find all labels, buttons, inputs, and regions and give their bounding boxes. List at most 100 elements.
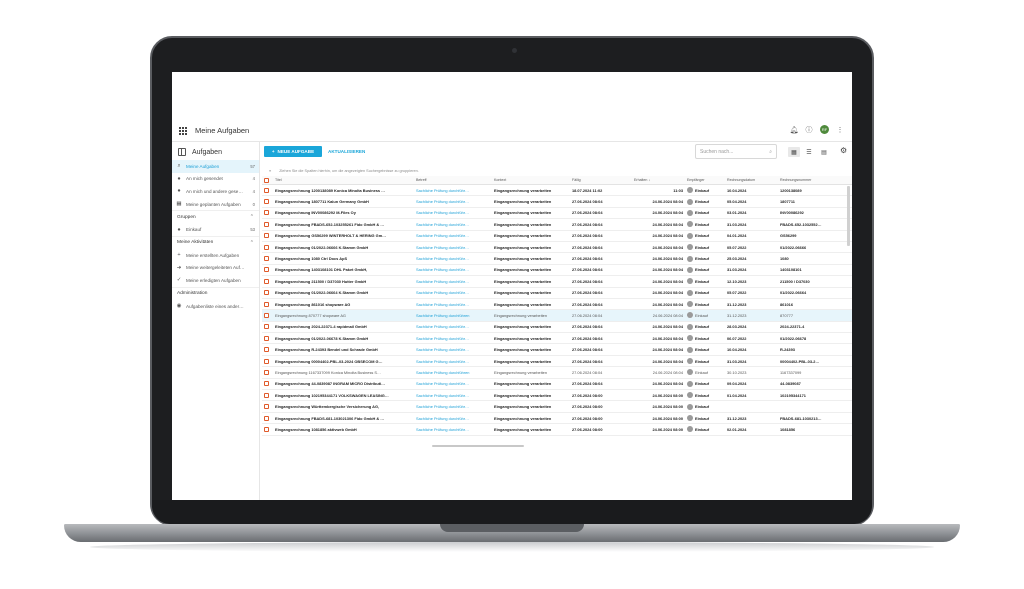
sidebar-item-aufgabenliste-anderer[interactable]: ◉ Aufgabenliste eines ander… bbox=[172, 300, 259, 313]
cell-betreff[interactable]: Sachliche Prüfung durchführ… bbox=[416, 324, 494, 329]
row-checkbox[interactable] bbox=[262, 415, 272, 421]
row-checkbox[interactable] bbox=[262, 301, 272, 307]
list-view-icon[interactable]: ☰ bbox=[803, 147, 815, 157]
vertical-scrollbar[interactable] bbox=[847, 186, 850, 246]
sidebar-item-erstellte[interactable]: + Meine erstellten Aufgaben bbox=[172, 249, 259, 262]
row-checkbox[interactable] bbox=[262, 256, 272, 262]
table-row[interactable]: Eingangsrechnung 1807711 Kalun Germany G… bbox=[262, 196, 852, 208]
column-header-kontext[interactable]: Kontext bbox=[494, 178, 572, 182]
cell-betreff[interactable]: Sachliche Prüfung durchführ… bbox=[416, 245, 494, 250]
row-checkbox[interactable] bbox=[262, 290, 272, 296]
table-row[interactable]: Eingangsrechnung 01/2022-06678 K.Stamm G… bbox=[262, 333, 852, 345]
table-row[interactable]: Eingangsrechnung FBADS-681-103021306 Fid… bbox=[262, 413, 852, 425]
row-checkbox[interactable] bbox=[262, 244, 272, 250]
sidebar-section-gruppen[interactable]: Gruppen ⌃ bbox=[172, 210, 259, 223]
table-row[interactable]: Eingangsrechnung 01/2022-06666 K.Stamm G… bbox=[262, 242, 852, 254]
row-checkbox[interactable] bbox=[262, 381, 272, 387]
row-checkbox[interactable] bbox=[262, 312, 272, 318]
table-row[interactable]: Eingangsrechnung INV00086292 M-Files Oy S… bbox=[262, 208, 852, 220]
cell-betreff[interactable]: Sachliche Prüfung durchführ… bbox=[416, 336, 494, 341]
grid-view-icon[interactable]: ▦ bbox=[788, 147, 800, 157]
cell-betreff[interactable]: Sachliche Prüfung durchführ… bbox=[416, 267, 494, 272]
row-checkbox[interactable] bbox=[262, 233, 272, 239]
cell-betreff[interactable]: Sachliche Prüfung durchführ… bbox=[416, 210, 494, 215]
row-checkbox[interactable] bbox=[262, 267, 272, 273]
sidebar-item-an-mich-gesendet[interactable]: ● An mich gesendet 4 bbox=[172, 173, 259, 186]
row-checkbox[interactable] bbox=[262, 187, 272, 193]
gear-icon[interactable]: ⚙ bbox=[840, 146, 847, 155]
row-checkbox[interactable] bbox=[262, 278, 272, 284]
table-row[interactable]: Eingangsrechnung FBADS-652-103255261 Fid… bbox=[262, 219, 852, 231]
search-input[interactable]: Suchen nach... ⌕ bbox=[695, 144, 777, 159]
column-header-rechnungsnummer[interactable]: Rechnungsnummer bbox=[780, 178, 840, 182]
sidebar-section-aktivitaeten[interactable]: Meine Aktivitäten ⌃ bbox=[172, 235, 259, 249]
column-header-rechnungsdatum[interactable]: Rechnungsdatum bbox=[725, 178, 780, 182]
bell-icon[interactable]: 🔔︎ bbox=[790, 126, 799, 134]
cell-betreff[interactable]: Sachliche Prüfung durchführ… bbox=[416, 359, 494, 364]
cell-betreff[interactable]: Sachliche Prüfung durchführ… bbox=[416, 256, 494, 261]
table-row[interactable]: Eingangsrechnung 01/2022-06664 K.Stamm G… bbox=[262, 288, 852, 299]
row-checkbox[interactable] bbox=[262, 210, 272, 216]
column-header-betreff[interactable]: Betreff bbox=[416, 178, 494, 182]
cell-betreff[interactable]: Sachliche Prüfung durchführ… bbox=[416, 347, 494, 352]
cell-betreff[interactable]: Sachliche Prüfung durchführ… bbox=[416, 393, 494, 398]
cell-betreff[interactable]: Sachliche Prüfung durchführ… bbox=[416, 381, 494, 386]
search-icon[interactable]: ⌕ bbox=[769, 149, 772, 155]
column-header-empfaenger[interactable]: Empfänger bbox=[687, 178, 725, 182]
cell-betreff[interactable]: Sachliche Prüfung durchführ… bbox=[416, 222, 494, 227]
sidebar-item-weitergeleitete[interactable]: ➜ Meine weitergeleiteten Auf… bbox=[172, 262, 259, 275]
table-row[interactable]: Eingangsrechnung GS56299 WINTERHOLT & HE… bbox=[262, 231, 852, 242]
cell-betreff[interactable]: Sachliche Prüfung durchführ… bbox=[416, 416, 494, 421]
row-checkbox[interactable] bbox=[262, 347, 272, 353]
table-row[interactable]: Eingangsrechnung Württembergische Versic… bbox=[262, 401, 852, 413]
table-row[interactable]: Eingangsrechnung 1200138089 Konica Minol… bbox=[262, 185, 852, 197]
sidebar-item-einkauf[interactable]: ● Einkauf 53 bbox=[172, 223, 259, 236]
row-checkbox[interactable] bbox=[262, 324, 272, 330]
column-header-erhalten[interactable]: Erhalten ↓ bbox=[630, 178, 687, 182]
table-row[interactable]: Eingangsrechnung 870777 shopware AG Sachl… bbox=[262, 310, 852, 322]
cell-betreff[interactable]: Sachliche Prüfung durchführ… bbox=[416, 427, 494, 432]
cell-betreff[interactable]: Sachliche Prüfung durchführ… bbox=[416, 290, 494, 295]
table-row[interactable]: Eingangsrechnung 44-0839087 INGRAM MICRO… bbox=[262, 379, 852, 391]
column-header-faellig[interactable]: Fällig bbox=[572, 178, 630, 182]
sidebar-item-geplante-aufgaben[interactable]: ▦ Meine geplanten Aufgaben 0 bbox=[172, 198, 259, 211]
table-row[interactable]: Eingangsrechnung 00004402-PBL-03-2024 OB… bbox=[262, 356, 852, 368]
table-row[interactable]: Eingangsrechnung 2024-22371-4 rapidmail … bbox=[262, 322, 852, 334]
cell-betreff[interactable]: Sachliche Prüfung durchführ… bbox=[416, 302, 494, 307]
table-row[interactable]: Eingangsrechnung 211500 / D37030 Hutter … bbox=[262, 276, 852, 288]
table-row[interactable]: Eingangsrechnung 1080 Ctrl Docs ApS Sachl… bbox=[262, 253, 852, 265]
panel-toggle-icon[interactable] bbox=[178, 148, 186, 156]
row-checkbox[interactable] bbox=[262, 369, 272, 375]
apps-grid-icon[interactable] bbox=[179, 127, 187, 135]
group-drop-zone[interactable]: ≡ Ziehen Sie die Spalten hierhin, um die… bbox=[269, 167, 849, 175]
table-row[interactable]: Eingangsrechnung 1167337099 Konica Minol… bbox=[262, 367, 852, 379]
chevron-up-icon[interactable]: ⌃ bbox=[250, 240, 254, 246]
horizontal-scrollbar[interactable] bbox=[262, 444, 852, 448]
sidebar-item-erledigte[interactable]: ✓ Meine erledigten Aufgaben bbox=[172, 274, 259, 287]
table-row[interactable]: Eingangsrechnung R-24393 Bendel und Schr… bbox=[262, 344, 852, 356]
avatar[interactable]: RF bbox=[820, 125, 829, 134]
new-task-button[interactable]: + NEUE AUFGABE bbox=[264, 146, 322, 157]
table-row[interactable]: Eingangsrechnung 861016 shopware AG Sachl… bbox=[262, 299, 852, 311]
table-row[interactable]: Eingangsrechnung 1081856 aktivweb GmbH Sa… bbox=[262, 424, 852, 436]
sidebar-item-an-mich-und-andere[interactable]: ● An mich und andere gese… 4 bbox=[172, 185, 259, 198]
table-row[interactable]: Eingangsrechnung 102195344171 VOLKSWAGEN… bbox=[262, 390, 852, 402]
help-icon[interactable]: ⓘ bbox=[805, 126, 813, 134]
cell-betreff[interactable]: Sachliche Prüfung durchführ… bbox=[416, 233, 494, 238]
row-checkbox[interactable] bbox=[262, 404, 272, 410]
row-checkbox[interactable] bbox=[262, 358, 272, 364]
table-row[interactable]: Eingangsrechnung 1403108101 DHL Paket Gm… bbox=[262, 265, 852, 277]
detail-view-icon[interactable]: ▤ bbox=[818, 147, 830, 157]
cell-betreff[interactable]: Sachliche Prüfung durchführ… bbox=[416, 199, 494, 204]
row-checkbox[interactable] bbox=[262, 199, 272, 205]
cell-betreff[interactable]: Sachliche Prüfung durchführ… bbox=[416, 188, 494, 193]
cell-betreff[interactable]: Sachliche Prüfung durchführ… bbox=[416, 404, 494, 409]
column-header-titel[interactable]: Titel bbox=[272, 178, 416, 182]
chevron-up-icon[interactable]: ⌃ bbox=[250, 214, 254, 220]
cell-betreff[interactable]: Sachliche Prüfung durchführ… bbox=[416, 279, 494, 284]
more-vert-icon[interactable]: ⋮ bbox=[836, 126, 844, 134]
sidebar-item-meine-aufgaben[interactable]: ⌕ Meine Aufgaben 57 bbox=[172, 160, 259, 173]
row-checkbox[interactable] bbox=[262, 335, 272, 341]
row-checkbox[interactable] bbox=[262, 426, 272, 432]
refresh-button[interactable]: AKTUALISIEREN bbox=[328, 146, 365, 157]
